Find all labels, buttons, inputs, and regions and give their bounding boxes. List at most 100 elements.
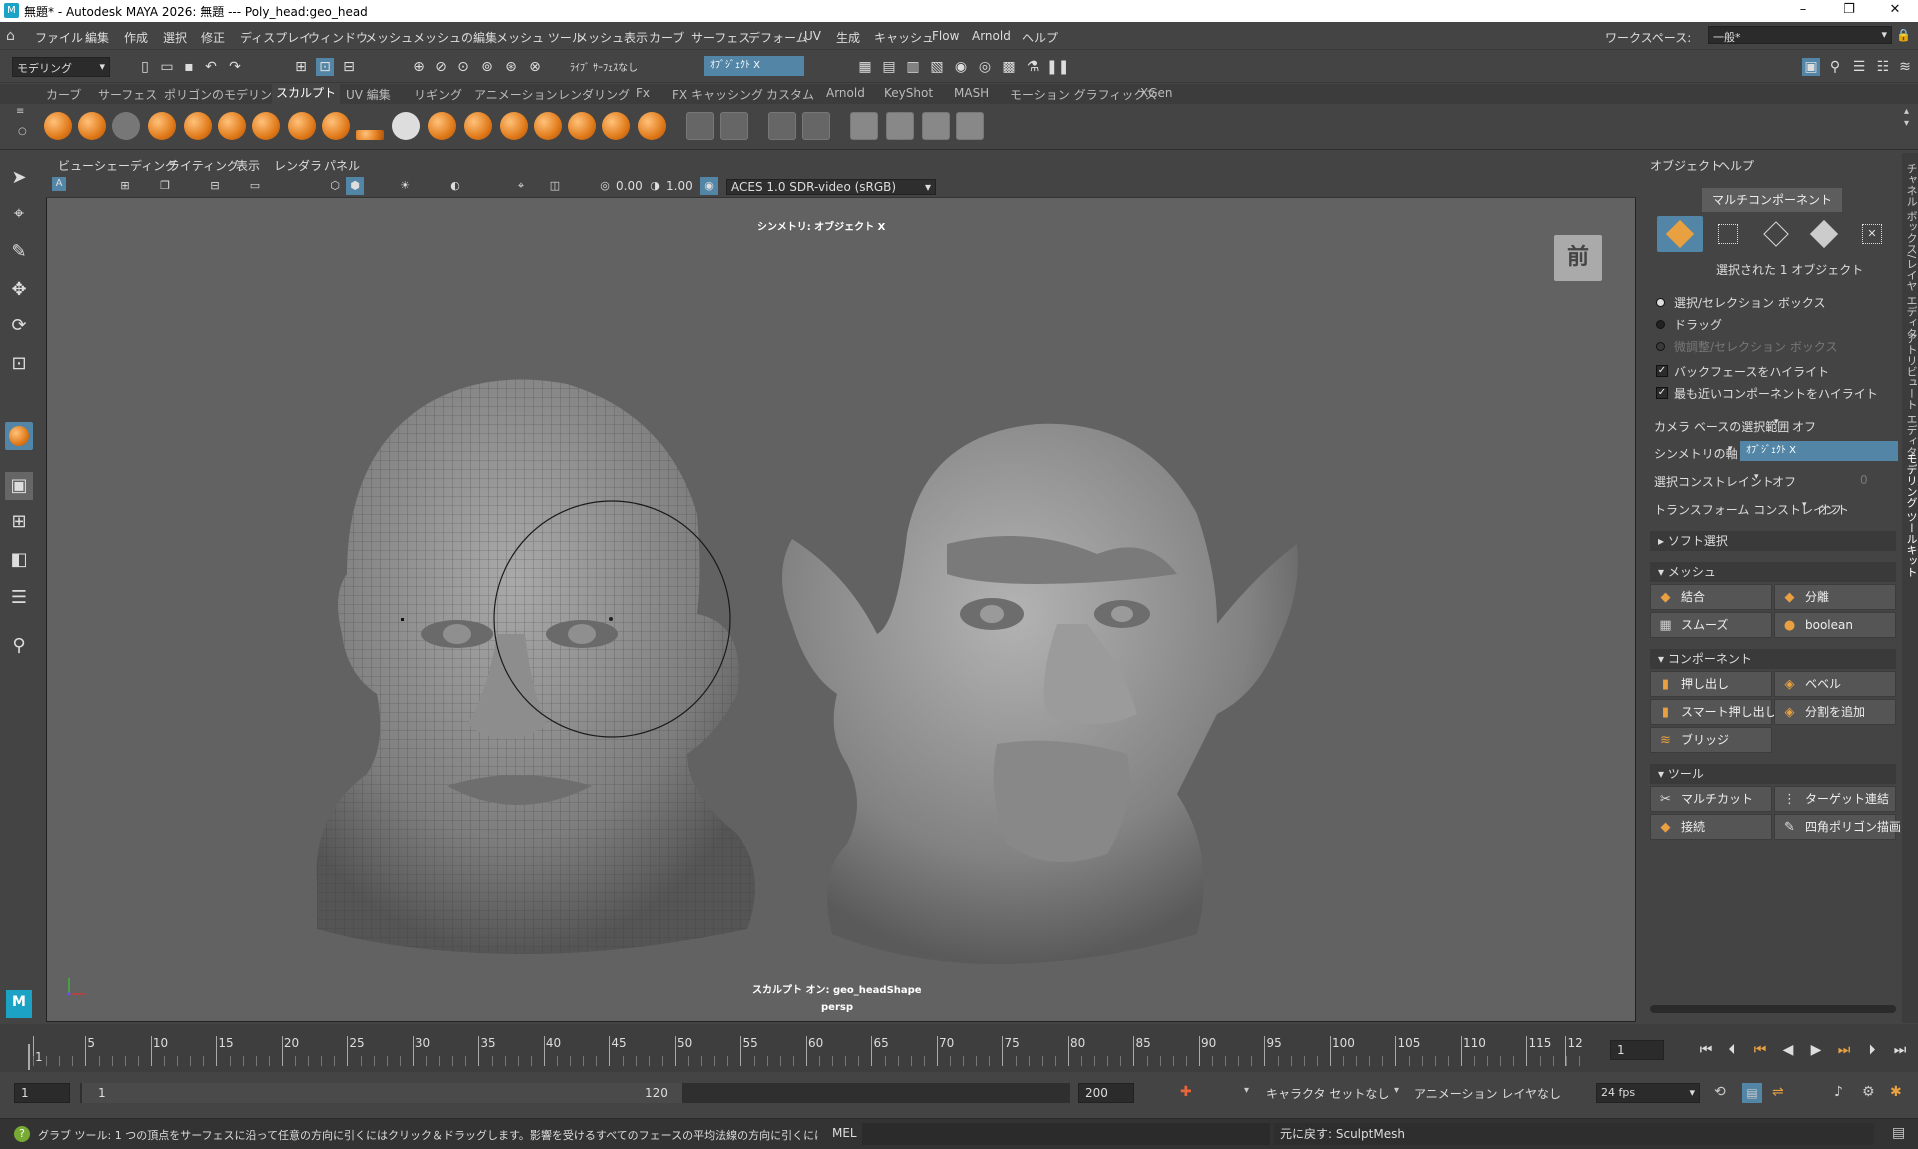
symmetry-axis-field[interactable]: ｵﾌﾞｼﾞｪｸﾄ X [1740,441,1898,461]
anim-prefs-icon[interactable]: ⚙ [1862,1084,1875,1100]
panel-horizontal-scrollbar[interactable] [1650,1005,1896,1013]
deform-delta-icon[interactable] [956,112,984,140]
modeling-toolkit-toggle-icon[interactable]: ▣ [1802,58,1820,76]
camera-attributes-icon[interactable]: ⊞ [116,177,134,195]
bridge-button[interactable]: ≋ ブリッジ [1650,727,1772,753]
camera-based-value[interactable]: オフ [1792,418,1816,435]
add-divisions-button[interactable]: ◈ 分割を追加 [1774,699,1896,725]
shelf-menu-icon[interactable]: ≡ [16,106,24,117]
select-component-icon[interactable]: ⊟ [340,58,358,76]
color-management-icon[interactable]: ◉ [700,177,718,195]
smooth-tool-icon[interactable] [78,112,106,140]
range-bar[interactable] [82,1083,682,1103]
flatten-tool-icon[interactable] [218,112,246,140]
deform-wrap-icon[interactable] [850,112,878,140]
freeze-tool-icon[interactable] [638,112,666,140]
tools-section-header[interactable]: ▾ ツール [1650,764,1896,784]
menu-uv[interactable]: UV [804,29,821,43]
go-to-end-icon[interactable]: ⏭ [1890,1042,1910,1058]
chevron-down-icon[interactable]: ▾ [1754,472,1759,482]
smooth-shade-icon[interactable]: ⬢ [346,177,364,195]
shelf-tab-fx[interactable]: Fx [636,86,650,100]
cached-playback-icon[interactable]: ▤ [1742,1083,1762,1103]
live-surface-label[interactable]: ﾗｲﾌﾞ ｻｰﾌｪｽなし [570,59,638,74]
bulge-tool-icon[interactable] [568,112,596,140]
soft-select-section[interactable]: ▸ ソフト選択 [1650,531,1896,551]
step-back-key-icon[interactable]: ⏮ [1750,1042,1770,1058]
amplify-tool-icon[interactable] [602,112,630,140]
xray-icon[interactable]: ◐ [446,177,464,195]
wax-tool-icon[interactable] [392,112,420,140]
menu-edit-mesh[interactable]: メッシュの編集 [413,29,497,46]
spray-tool-icon[interactable] [288,112,316,140]
wireframe-icon[interactable]: ⬡ [326,177,344,195]
paint-select-tool-icon[interactable]: ✎ [5,238,33,266]
shelf-tab-mash[interactable]: MASH [954,86,989,100]
command-input[interactable] [862,1123,1270,1145]
sculpt-settings-icon[interactable] [686,112,714,140]
shelf-tab-fx-caching[interactable]: FX キャッシング [672,86,763,103]
shelf-tab-curves[interactable]: カーブ [46,86,81,103]
pinch-tool-icon[interactable] [184,112,212,140]
current-frame-field[interactable]: 1 [1610,1040,1664,1060]
shelf-tab-sculpting[interactable]: スカルプト [272,84,341,104]
vp-menu-show[interactable]: 表示 [236,157,260,174]
loop-icon[interactable]: ⟲ [1714,1084,1726,1100]
channel-box-tab[interactable]: チャネル ボックス/レイヤ エディタ [1903,163,1918,339]
vp-menu-shading[interactable]: シェーディング [94,157,177,174]
current-time-indicator[interactable] [28,1044,30,1070]
shelf-tab-uv-editing[interactable]: UV 編集 [346,86,391,103]
menu-help[interactable]: ヘルプ [1022,29,1058,46]
boolean-button[interactable]: ● boolean [1774,612,1896,638]
save-scene-icon[interactable]: ▪ [180,58,198,76]
shelf-tab-animation[interactable]: アニメーション [474,86,558,103]
knife-tool-icon[interactable] [500,112,528,140]
transform-constraint-value[interactable]: オフ [1818,501,1842,518]
shelf-tab-surfaces[interactable]: サーフェス [98,86,157,103]
shelf-tab-rigging[interactable]: リギング [414,86,462,103]
close-button[interactable]: ✕ [1872,0,1918,22]
combine-button[interactable]: ◆ 結合 [1650,584,1772,610]
auto-key-icon[interactable]: ✚ [1180,1084,1192,1100]
maximize-button[interactable]: ❐ [1826,0,1872,22]
step-forward-frame-icon[interactable]: ⏵ [1862,1042,1882,1058]
grab-tool-icon[interactable] [148,112,176,140]
option-drag-radio[interactable] [1656,320,1665,329]
bevel-button[interactable]: ◈ ベベル [1774,671,1896,697]
sound-icon[interactable]: ♪ [1834,1084,1843,1100]
cache-status-icon[interactable]: ⇌ [1772,1084,1784,1100]
mesh-section-header[interactable]: ▾ メッシュ [1650,562,1896,582]
foamy-tool-icon[interactable] [252,112,280,140]
select-object-icon[interactable]: ⊡ [316,58,334,76]
search-icon[interactable]: ⚲ [5,632,33,660]
arnold-render-icon[interactable]: ◎ [976,58,994,76]
hypershade-icon[interactable]: ◉ [952,58,970,76]
new-scene-icon[interactable]: ▯ [136,58,154,76]
menu-mesh-display[interactable]: メッシュ表示 [576,29,648,46]
chevron-down-icon[interactable]: ▾ [1802,500,1807,510]
four-view-layout-icon[interactable]: ⊞ [5,508,33,536]
shelf-tab-arnold[interactable]: Arnold [826,86,865,100]
vp-menu-view[interactable]: ビュー [58,157,94,174]
open-scene-icon[interactable]: ▭ [158,58,176,76]
menu-mesh-tools[interactable]: メッシュ ツール [496,29,584,46]
pose-space-icon[interactable] [802,112,830,140]
uv-mode-icon[interactable]: ✕ [1849,216,1895,252]
smear-tool-icon[interactable] [534,112,562,140]
range-track[interactable]: 1 120 [80,1083,1070,1103]
menu-arnold[interactable]: Arnold [972,29,1011,43]
smart-extrude-button[interactable]: ▮ スマート押し出し [1650,699,1777,725]
scale-tool-icon[interactable]: ⊡ [5,350,33,378]
panel-menu-object[interactable]: オブジェクト [1650,157,1722,174]
play-forward-icon[interactable]: ▶ [1806,1042,1826,1058]
shelf-scroll-down-icon[interactable]: ▾ [1904,118,1909,129]
channel-box-toggle-icon[interactable]: ☷ [1874,58,1892,76]
extrude-button[interactable]: ▮ 押し出し [1650,671,1772,697]
menu-flow[interactable]: Flow [932,29,959,43]
symmetry-field[interactable]: ｵﾌﾞｼﾞｪｸﾄ X [704,56,804,76]
fill-tool-icon[interactable] [464,112,492,140]
select-camera-icon[interactable]: A [52,177,66,191]
connect-button[interactable]: ◆ 接続 [1650,814,1772,840]
face-mode-icon[interactable] [1801,216,1847,252]
tool-settings-toggle-icon[interactable]: ☰ [1850,58,1868,76]
